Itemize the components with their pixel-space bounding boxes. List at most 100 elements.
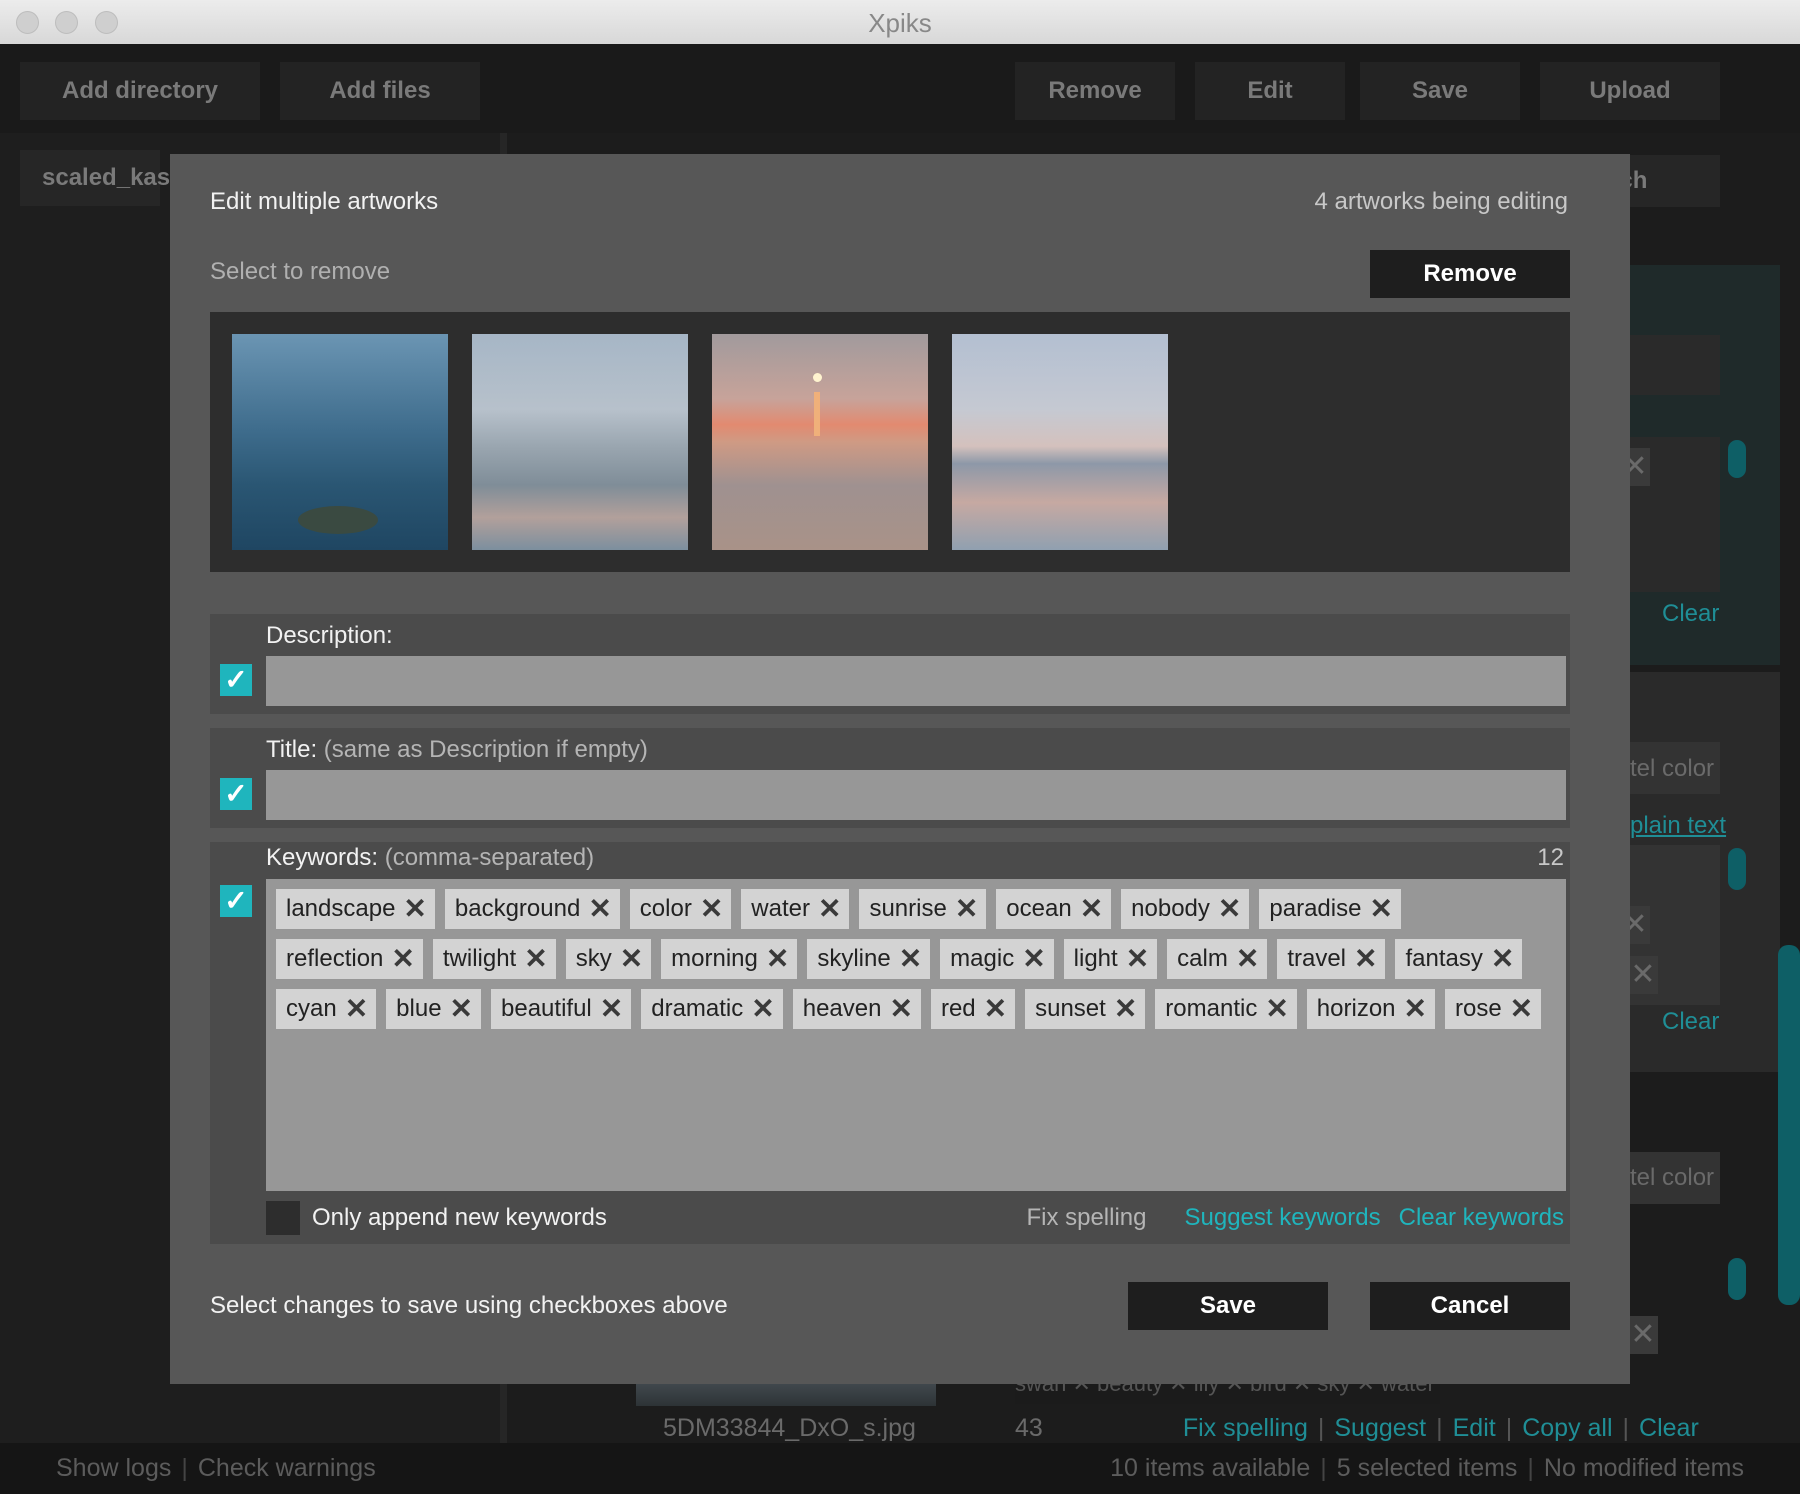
plain-text-link[interactable]: plain text	[1630, 812, 1726, 840]
remove-keyword-icon[interactable]: ✕	[899, 939, 922, 979]
remove-keyword-icon[interactable]: ✕	[955, 889, 978, 929]
keyword-tag[interactable]: calm ✕	[1167, 939, 1268, 979]
keyword-label: landscape	[286, 895, 396, 922]
remove-keyword-icon[interactable]: ✕	[889, 989, 912, 1029]
keyword-tag[interactable]: skyline ✕	[807, 939, 931, 979]
remove-button[interactable]: Remove	[1015, 62, 1175, 120]
remove-selected-button[interactable]: Remove	[1370, 250, 1570, 298]
keyword-tag[interactable]: sunset ✕	[1025, 989, 1146, 1029]
remove-keyword-icon[interactable]: ✕	[345, 989, 368, 1029]
artwork-field-bg	[1630, 335, 1720, 395]
remove-keyword-icon[interactable]: ✕	[1369, 889, 1392, 929]
remove-keyword-icon[interactable]: ✕	[1022, 939, 1045, 979]
fix-spelling-link[interactable]: Fix spelling	[1026, 1204, 1146, 1231]
keyword-label: travel	[1287, 945, 1346, 972]
description-checkbox[interactable]: ✓	[220, 664, 252, 696]
remove-keyword-icon[interactable]: ✕	[620, 939, 643, 979]
keyword-tag[interactable]: ocean ✕	[996, 889, 1112, 929]
keyword-tag[interactable]: water ✕	[741, 889, 850, 929]
only-append-checkbox[interactable]	[266, 1201, 300, 1235]
main-scrollbar-thumb[interactable]	[1778, 945, 1800, 1305]
keyword-tag[interactable]: romantic ✕	[1155, 989, 1297, 1029]
keyword-tag[interactable]: cyan ✕	[276, 989, 377, 1029]
keyword-tag[interactable]: twilight ✕	[432, 939, 556, 979]
keyword-tag[interactable]: beautiful ✕	[491, 989, 632, 1029]
keyword-tag[interactable]: horizon ✕	[1306, 989, 1435, 1029]
keyword-tag[interactable]: nobody ✕	[1121, 889, 1250, 929]
clear-link[interactable]: Clear	[1662, 600, 1719, 628]
remove-keyword-icon[interactable]: ✕	[818, 889, 841, 929]
directory-item[interactable]: scaled_kas	[20, 150, 170, 206]
suggest-link[interactable]: Suggest	[1334, 1414, 1426, 1442]
artwork-thumbnail[interactable]	[232, 334, 448, 550]
remove-keyword-icon[interactable]: ✕	[1491, 939, 1514, 979]
add-directory-button[interactable]: Add directory	[20, 62, 260, 120]
remove-keyword-icon[interactable]: ✕	[391, 939, 414, 979]
close-icon[interactable]: ✕	[1628, 956, 1658, 994]
upload-button[interactable]: Upload	[1540, 62, 1720, 120]
save-dialog-button[interactable]: Save	[1128, 1282, 1328, 1330]
remove-keyword-icon[interactable]: ✕	[766, 939, 789, 979]
edit-button[interactable]: Edit	[1195, 62, 1345, 120]
keyword-tag[interactable]: landscape ✕	[276, 889, 435, 929]
keyword-tag[interactable]: heaven ✕	[792, 989, 921, 1029]
show-logs-link[interactable]: Show logs	[56, 1454, 171, 1482]
remove-keyword-icon[interactable]: ✕	[588, 889, 611, 929]
keywords-input[interactable]: landscape ✕ background ✕ color ✕ water ✕ sunrise…	[266, 879, 1566, 1191]
title-checkbox[interactable]: ✓	[220, 778, 252, 810]
keyword-tag[interactable]: background ✕	[444, 889, 620, 929]
keyword-tag[interactable]: magic ✕	[940, 939, 1054, 979]
clear-link[interactable]: Clear	[1639, 1414, 1699, 1442]
remove-keyword-icon[interactable]: ✕	[751, 989, 774, 1029]
add-files-button[interactable]: Add files	[280, 62, 480, 120]
save-button[interactable]: Save	[1360, 62, 1520, 120]
remove-keyword-icon[interactable]: ✕	[1404, 989, 1427, 1029]
copy-all-link[interactable]: Copy all	[1522, 1414, 1612, 1442]
remove-keyword-icon[interactable]: ✕	[600, 989, 623, 1029]
check-warnings-link[interactable]: Check warnings	[198, 1454, 376, 1482]
keyword-tag[interactable]: morning ✕	[661, 939, 798, 979]
remove-keyword-icon[interactable]: ✕	[1114, 989, 1137, 1029]
keyword-tag[interactable]: rose ✕	[1444, 989, 1542, 1029]
remove-keyword-icon[interactable]: ✕	[403, 889, 426, 929]
remove-keyword-icon[interactable]: ✕	[524, 939, 547, 979]
remove-keyword-icon[interactable]: ✕	[1510, 989, 1533, 1029]
remove-keyword-icon[interactable]: ✕	[984, 989, 1007, 1029]
keyword-tag[interactable]: blue ✕	[386, 989, 482, 1029]
keyword-tag[interactable]: paradise ✕	[1259, 889, 1401, 929]
scrollbar-thumb[interactable]	[1728, 1258, 1746, 1300]
keyword-tag[interactable]: sky ✕	[565, 939, 652, 979]
keyword-tag[interactable]: fantasy ✕	[1395, 939, 1523, 979]
cancel-dialog-button[interactable]: Cancel	[1370, 1282, 1570, 1330]
artwork-thumbnail[interactable]	[712, 334, 928, 550]
keyword-tag[interactable]: travel ✕	[1277, 939, 1386, 979]
close-icon[interactable]: ✕	[1628, 1316, 1658, 1354]
remove-keyword-icon[interactable]: ✕	[1236, 939, 1259, 979]
keyword-tag[interactable]: light ✕	[1063, 939, 1158, 979]
keyword-tag[interactable]: dramatic ✕	[641, 989, 783, 1029]
keyword-tag[interactable]: color ✕	[629, 889, 732, 929]
keyword-tag[interactable]: sunrise ✕	[859, 889, 987, 929]
keyword-tag[interactable]: red ✕	[930, 989, 1016, 1029]
remove-keyword-icon[interactable]: ✕	[1218, 889, 1241, 929]
artwork-thumbnail[interactable]	[472, 334, 688, 550]
keywords-checkbox[interactable]: ✓	[220, 885, 252, 917]
remove-keyword-icon[interactable]: ✕	[700, 889, 723, 929]
edit-link[interactable]: Edit	[1453, 1414, 1496, 1442]
suggest-keywords-link[interactable]: Suggest keywords	[1185, 1204, 1381, 1231]
clear-keywords-link[interactable]: Clear keywords	[1399, 1204, 1564, 1231]
fix-spelling-link[interactable]: Fix spelling	[1183, 1414, 1308, 1442]
remove-keyword-icon[interactable]: ✕	[1265, 989, 1288, 1029]
scrollbar-thumb[interactable]	[1728, 848, 1746, 890]
clear-link[interactable]: Clear	[1662, 1008, 1719, 1036]
title-input[interactable]	[266, 770, 1566, 820]
remove-keyword-icon[interactable]: ✕	[1354, 939, 1377, 979]
scrollbar-thumb[interactable]	[1728, 440, 1746, 478]
description-input[interactable]	[266, 656, 1566, 706]
remove-keyword-icon[interactable]: ✕	[1080, 889, 1103, 929]
keyword-tag[interactable]: reflection ✕	[276, 939, 423, 979]
artwork-thumbnail[interactable]	[952, 334, 1168, 550]
remove-keyword-icon[interactable]: ✕	[450, 989, 473, 1029]
remove-keyword-icon[interactable]: ✕	[1126, 939, 1149, 979]
keyword-label: beautiful	[501, 995, 592, 1022]
